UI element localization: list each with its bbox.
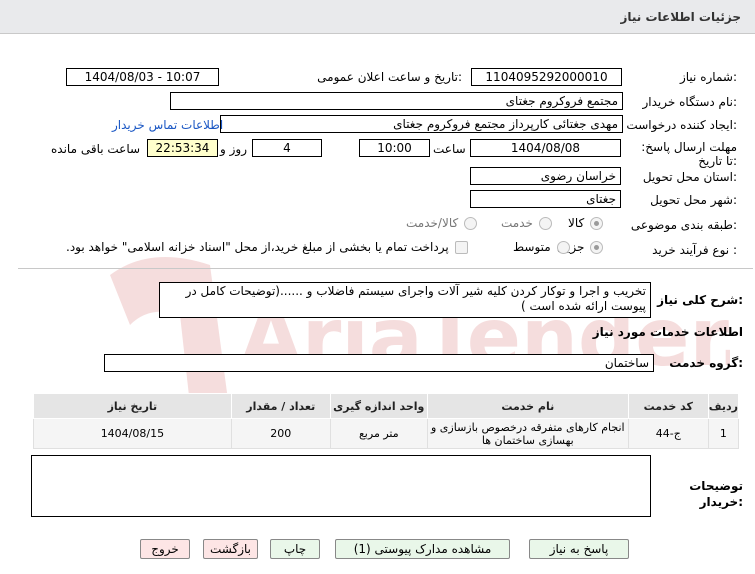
cell-quantity: 200 bbox=[230, 418, 331, 449]
payment-treasury-option[interactable]: پرداخت تمام یا بخشی از مبلغ خرید،از محل … bbox=[66, 240, 468, 254]
col-need-date: تاریخ نیاز bbox=[33, 393, 232, 419]
city-label: شهر محل تحویل: bbox=[650, 193, 737, 207]
col-unit: واحد اندازه گیری bbox=[329, 393, 428, 419]
days-label: روز و bbox=[220, 142, 247, 156]
time-label: ساعت bbox=[433, 142, 466, 156]
creator-label: ایجاد کننده درخواست: bbox=[626, 118, 737, 132]
services-table: ردیف کد خدمت نام خدمت واحد اندازه گیری ت… bbox=[33, 393, 740, 449]
checkbox-icon[interactable] bbox=[454, 240, 468, 254]
description-label: شرح کلی نیاز: bbox=[657, 293, 743, 307]
reply-button[interactable]: پاسخ به نیاز bbox=[529, 539, 629, 559]
category-option-service[interactable]: خدمت bbox=[501, 216, 552, 230]
print-button[interactable]: چاپ bbox=[270, 539, 320, 559]
cell-row-number: 1 bbox=[707, 418, 740, 449]
cell-service-name: انجام کارهای متفرقه درخصوص بازسازی و بهس… bbox=[426, 418, 629, 449]
view-documents-button[interactable]: مشاهده مدارک پیوستی (1) bbox=[335, 539, 510, 559]
buyer-org-field[interactable]: مجتمع فروکروم جغتای bbox=[170, 92, 623, 110]
buyer-contact-link[interactable]: اطلاعات تماس خریدار bbox=[112, 118, 223, 132]
cell-service-code: ج-44 bbox=[627, 418, 709, 449]
buyer-notes-textarea[interactable] bbox=[31, 455, 651, 517]
page-title: جزئیات اطلاعات نیاز bbox=[620, 10, 741, 24]
col-row-number: ردیف bbox=[707, 393, 740, 419]
buyer-org-label: نام دستگاه خریدار: bbox=[642, 95, 738, 109]
category-label: طبقه بندی موضوعی: bbox=[630, 218, 737, 232]
exit-button[interactable]: خروج bbox=[140, 539, 190, 559]
province-field[interactable]: خراسان رضوی bbox=[470, 167, 621, 185]
deadline-time-field[interactable]: 10:00 bbox=[359, 139, 430, 157]
need-number-label: شماره نیاز: bbox=[679, 70, 737, 84]
service-group-label: گروه خدمت: bbox=[669, 356, 743, 370]
need-number-field[interactable]: 1104095292000010 bbox=[471, 68, 622, 86]
deadline-label: مهلت ارسال پاسخ: تا تاریخ: bbox=[641, 140, 737, 168]
radio-checked-icon[interactable] bbox=[590, 216, 604, 230]
cell-unit: متر مربع bbox=[329, 418, 428, 449]
col-service-code: کد خدمت bbox=[627, 393, 709, 419]
province-label: استان محل تحویل: bbox=[642, 170, 737, 184]
back-button[interactable]: بازگشت bbox=[203, 539, 258, 559]
table-row[interactable]: 1 ج-44 انجام کارهای متفرقه درخصوص بازساز… bbox=[33, 418, 740, 449]
radio-icon[interactable] bbox=[556, 240, 570, 254]
col-service-name: نام خدمت bbox=[426, 393, 629, 419]
category-option-goods[interactable]: کالا bbox=[568, 216, 604, 230]
announce-datetime-field[interactable]: 1404/08/03 - 10:07 bbox=[66, 68, 219, 86]
city-field[interactable]: جغتای bbox=[470, 190, 621, 208]
radio-checked-icon[interactable] bbox=[590, 240, 604, 254]
announce-datetime-label: تاریخ و ساعت اعلان عمومی: bbox=[317, 70, 462, 84]
days-field[interactable]: 4 bbox=[252, 139, 322, 157]
radio-icon[interactable] bbox=[538, 216, 552, 230]
services-section-title: اطلاعات خدمات مورد نیاز bbox=[592, 325, 743, 339]
remaining-label: ساعت باقی مانده bbox=[51, 142, 141, 156]
description-textarea[interactable]: تخریب و اجرا و توکار کردن کلیه شیر آلات … bbox=[159, 282, 651, 318]
remaining-time-field: 22:53:34 bbox=[147, 139, 218, 157]
table-header-row: ردیف کد خدمت نام خدمت واحد اندازه گیری ت… bbox=[33, 393, 740, 419]
deadline-date-field[interactable]: 1404/08/08 bbox=[470, 139, 621, 157]
page-header: جزئیات اطلاعات نیاز bbox=[0, 0, 755, 34]
service-group-field[interactable]: ساختمان bbox=[104, 354, 654, 372]
col-quantity: تعداد / مقدار bbox=[230, 393, 331, 419]
watermark-emblem-icon bbox=[110, 257, 230, 415]
category-option-goods-service[interactable]: کالا/خدمت bbox=[406, 216, 478, 230]
cell-need-date: 1404/08/15 bbox=[33, 418, 232, 449]
section-divider bbox=[18, 268, 753, 269]
process-label: نوع فرآیند خرید : bbox=[652, 243, 737, 257]
process-option-medium[interactable]: متوسط bbox=[513, 240, 570, 254]
creator-field[interactable]: مهدی جغتائی کارپرداز مجتمع فروکروم جغتای bbox=[220, 115, 623, 133]
buyer-notes-label: توضیحات خریدار: bbox=[689, 479, 743, 509]
radio-icon[interactable] bbox=[464, 216, 478, 230]
